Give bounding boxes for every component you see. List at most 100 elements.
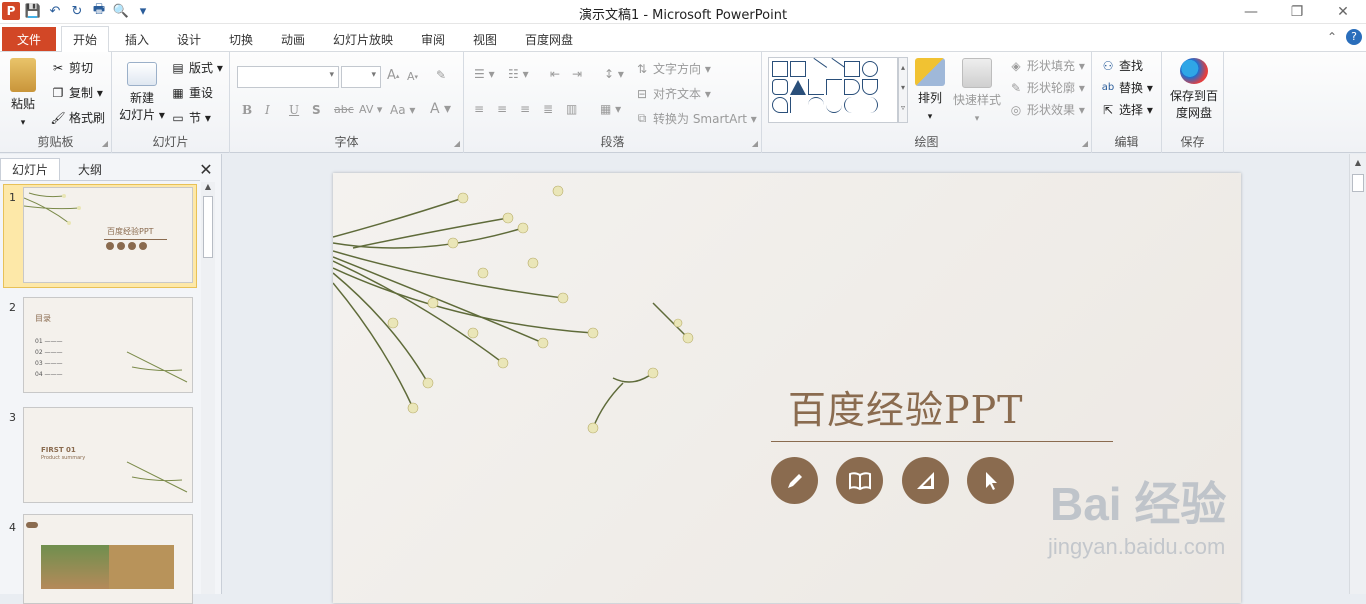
paste-button[interactable]: 粘贴 ▾ (4, 58, 42, 132)
help-icon[interactable]: ? (1346, 29, 1362, 45)
convert-smartart-button[interactable]: ⧉ 转换为 SmartArt ▾ (634, 110, 757, 127)
elbow-shape-icon[interactable] (808, 79, 824, 95)
effects-icon: ◎ (1010, 102, 1022, 117)
tab-review[interactable]: 审阅 (410, 26, 456, 52)
decrease-indent-icon[interactable]: ⇤ (550, 67, 560, 81)
section-icon: ▭ (172, 110, 184, 125)
quick-styles-button[interactable]: 快速样式 ▾ (950, 58, 1004, 128)
font-size-combo[interactable]: ▾ (341, 66, 381, 88)
format-painter-button[interactable]: 🖌 格式刷 (50, 109, 105, 126)
shapes-gallery-scroll[interactable]: ▴ ▾ ▿ (898, 57, 908, 123)
scribble-shape-icon[interactable] (790, 97, 806, 113)
close-panel-icon[interactable]: ✕ (196, 158, 216, 180)
section-button[interactable]: ▭ 节 ▾ (170, 109, 211, 126)
restore-button[interactable]: ❐ (1274, 0, 1320, 24)
paragraph-launcher-icon[interactable]: ◢ (752, 139, 758, 148)
shape-fill-button[interactable]: ◈ 形状填充 ▾ (1008, 57, 1084, 74)
tab-slideshow[interactable]: 幻灯片放映 (322, 26, 404, 52)
textbox-shape-icon[interactable] (772, 61, 788, 77)
shapes-gallery[interactable] (768, 57, 898, 123)
collapse-ribbon-icon[interactable]: ⌃ (1327, 30, 1337, 44)
close-button[interactable]: ✕ (1320, 0, 1366, 24)
oval-shape-icon[interactable] (862, 61, 878, 77)
italic-icon[interactable]: I (265, 103, 270, 117)
slide-thumbnail-4[interactable] (23, 514, 193, 604)
slide-thumbnail-3[interactable]: FIRST 01 Product summary (23, 407, 193, 503)
slide-thumbnail-1[interactable]: 百度经验PPT (23, 187, 193, 283)
bold-icon[interactable]: B (242, 103, 252, 117)
connector-shape-icon[interactable] (826, 79, 842, 95)
text-direction-button[interactable]: ⇅ 文字方向 ▾ (634, 60, 711, 77)
quick-styles-icon (962, 58, 992, 88)
curve-shape-icon[interactable] (826, 97, 842, 113)
save-to-netdisk-button[interactable]: 保存到百 度网盘 (1164, 58, 1224, 122)
arc-shape-icon[interactable] (808, 97, 824, 113)
numbering-icon[interactable]: ☷ ▾ (508, 67, 529, 81)
font-launcher-icon[interactable]: ◢ (454, 139, 460, 148)
minimize-button[interactable]: — (1228, 0, 1274, 24)
slide-title[interactable]: 百度经验PPT (788, 379, 1023, 434)
layout-button[interactable]: ▤ 版式 ▾ (170, 59, 223, 76)
align-center-icon[interactable]: ≡ (497, 102, 507, 116)
underline-icon[interactable]: U (289, 103, 299, 117)
editor-scrollbar[interactable]: ▲ (1349, 154, 1366, 594)
tab-home[interactable]: 开始 (61, 26, 109, 53)
reset-button[interactable]: ▦ 重设 (170, 84, 213, 101)
arrange-button[interactable]: 排列 ▾ (910, 58, 950, 126)
shape-outline-button[interactable]: ✎ 形状轮廓 ▾ (1008, 79, 1085, 96)
tab-transitions[interactable]: 切换 (218, 26, 264, 52)
arrow-shape-icon[interactable] (822, 57, 846, 81)
tab-outline-panel[interactable]: 大纲 (60, 158, 120, 180)
vertical-textbox-shape-icon[interactable] (790, 61, 806, 77)
strikethrough-icon[interactable]: abc (334, 103, 354, 116)
char-spacing-icon[interactable]: AV ▾ (359, 103, 382, 116)
line-spacing-icon[interactable]: ↕ ▾ (604, 67, 624, 81)
columns-icon[interactable]: ▦ ▾ (600, 102, 621, 116)
drawing-launcher-icon[interactable]: ◢ (1082, 139, 1088, 148)
shadow-icon[interactable]: S (312, 103, 321, 117)
grow-font-icon[interactable]: A ▴ (387, 68, 399, 83)
distributed-icon[interactable]: ▥ (566, 102, 577, 116)
new-slide-label-2: 幻灯片 (119, 108, 156, 122)
align-right-icon[interactable]: ≡ (520, 102, 530, 116)
tab-file[interactable]: 文件 (2, 27, 56, 51)
justify-icon[interactable]: ≣ (543, 102, 553, 116)
align-left-icon[interactable]: ≡ (474, 102, 484, 116)
down-arrow-shape-icon[interactable] (862, 79, 878, 95)
tab-view[interactable]: 视图 (462, 26, 508, 52)
right-brace-shape-icon[interactable] (862, 97, 878, 113)
left-brace-shape-icon[interactable] (844, 97, 860, 113)
slide-thumbnail-2[interactable]: 目录 01 ——— 02 ——— 03 ——— 04 ——— (23, 297, 193, 393)
editor-scroll-thumb[interactable] (1352, 174, 1364, 192)
increase-indent-icon[interactable]: ⇥ (572, 67, 582, 81)
tab-animations[interactable]: 动画 (270, 26, 316, 52)
triangle-shape-icon[interactable] (790, 80, 806, 95)
align-text-button[interactable]: ⊟ 对齐文本 ▾ (634, 85, 711, 102)
tab-insert[interactable]: 插入 (114, 26, 160, 52)
font-name-combo[interactable]: ▾ (237, 66, 339, 88)
tab-slides-panel[interactable]: 幻灯片 (0, 158, 60, 180)
shrink-font-icon[interactable]: A ▾ (407, 70, 418, 83)
panel-scrollbar[interactable]: ▲ (201, 182, 215, 594)
font-color-icon[interactable]: A ▾ (430, 101, 451, 117)
save-to-netdisk-label-1: 保存到百 (1169, 89, 1218, 103)
shape-effects-label: 形状效果 (1027, 103, 1076, 117)
new-slide-button[interactable]: 新建 幻灯片 ▾ (116, 58, 168, 124)
replace-button[interactable]: ab 替换 ▾ (1100, 79, 1153, 96)
panel-scroll-thumb[interactable] (203, 196, 213, 258)
shape-effects-button[interactable]: ◎ 形状效果 ▾ (1008, 101, 1085, 118)
tab-baidu-netdisk[interactable]: 百度网盘 (514, 26, 584, 52)
clipboard-launcher-icon[interactable]: ◢ (102, 139, 108, 148)
find-button[interactable]: ⚇ 查找 (1100, 57, 1143, 74)
copy-button[interactable]: ❐ 复制 ▾ (50, 84, 103, 101)
rectangle-shape-icon[interactable] (844, 61, 860, 77)
right-arrow-shape-icon[interactable] (844, 79, 860, 95)
clear-format-icon[interactable]: ✎ (436, 68, 446, 82)
freeform-shape-icon[interactable] (772, 97, 788, 113)
cut-button[interactable]: ✂ 剪切 (50, 59, 93, 76)
select-button[interactable]: ⇱ 选择 ▾ (1100, 101, 1153, 118)
rounded-rect-shape-icon[interactable] (772, 79, 788, 95)
bullets-icon[interactable]: ☰ ▾ (474, 67, 495, 81)
tab-design[interactable]: 设计 (166, 26, 212, 52)
change-case-icon[interactable]: Aa ▾ (390, 103, 415, 117)
